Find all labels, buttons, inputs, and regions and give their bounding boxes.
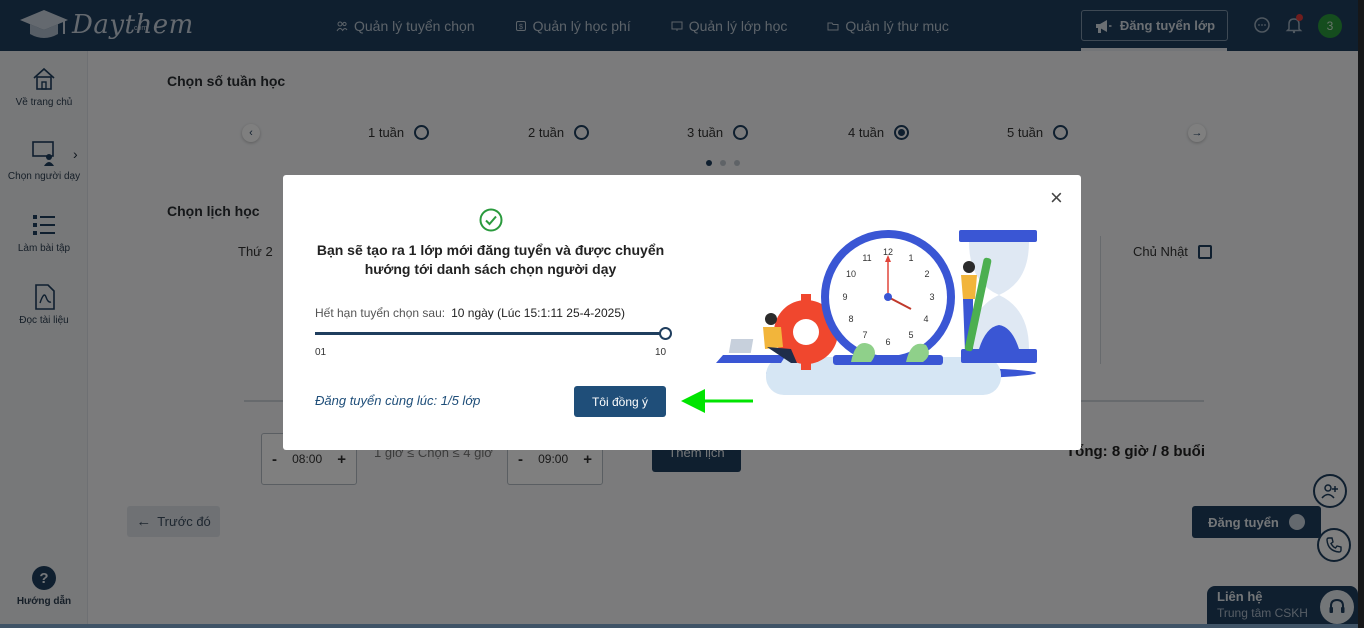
clock-number-label: 2 <box>924 269 929 279</box>
slider-max-label: 10 <box>655 347 667 358</box>
dialog-message: Bạn sẽ tạo ra 1 lớp mới đăng tuyển và đư… <box>316 242 665 277</box>
concurrent-posts-info: Đăng tuyển cùng lúc: 1/5 lớp <box>315 393 481 408</box>
confirm-dialog: × Bạn sẽ tạo ra 1 lớp mới đăng tuyển và … <box>283 175 1081 450</box>
clock-illustration: 12 1 2 3 4 5 6 7 8 9 10 11 <box>716 230 1037 395</box>
slider-min-label: 01 <box>315 347 327 358</box>
expiry-value: 10 ngày (Lúc 15:1:11 25-4-2025) <box>451 306 625 320</box>
expiry-row: Hết hạn tuyển chọn sau: 10 ngày (Lúc 15:1… <box>315 306 625 320</box>
clock-number-label: 1 <box>908 253 913 263</box>
clock-number-label: 4 <box>923 314 928 324</box>
agree-button[interactable]: Tôi đồng ý <box>574 386 666 417</box>
clock-number-label: 3 <box>929 292 934 302</box>
clock-number-label: 7 <box>862 330 867 340</box>
expiry-label: Hết hạn tuyển chọn sau: <box>315 306 446 320</box>
clock-number-label: 5 <box>908 330 913 340</box>
check-circle-icon <box>479 208 503 232</box>
clock-number-label: 11 <box>862 253 871 263</box>
clock-number-label: 9 <box>842 292 847 302</box>
expiry-slider-track[interactable] <box>315 332 665 335</box>
clock-number-label: 10 <box>846 269 856 279</box>
expiry-slider-handle[interactable] <box>659 327 672 340</box>
clock-number-label: 8 <box>848 314 853 324</box>
clock-number-label: 6 <box>885 337 890 347</box>
close-icon[interactable]: × <box>1050 187 1063 209</box>
